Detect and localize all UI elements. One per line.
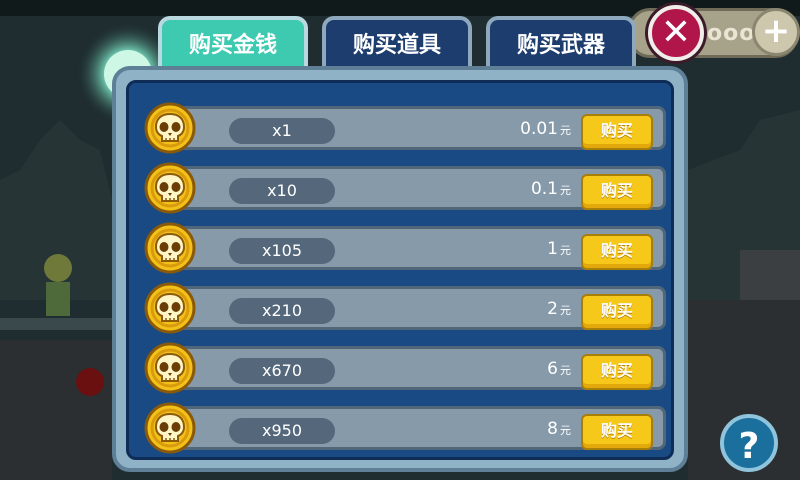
- price-unit: 元: [560, 304, 571, 317]
- item-bar: x210 2 元购买: [156, 286, 666, 330]
- skull-coin-icon: [144, 162, 196, 214]
- price-value: 8: [547, 419, 558, 439]
- item-price: 0.1 元: [531, 179, 571, 199]
- shop-item-row: x10 0.1 元购买: [144, 162, 666, 214]
- item-quantity: x10: [229, 178, 335, 204]
- skull-coin-icon: [144, 102, 196, 154]
- currency-amount: ooo: [707, 21, 756, 46]
- item-bar: x950 8 元购买: [156, 406, 666, 450]
- item-bar: x105 1 元购买: [156, 226, 666, 270]
- price-value: 1: [547, 239, 558, 259]
- add-currency-button[interactable]: +: [752, 8, 800, 56]
- item-price: 0.01 元: [520, 119, 571, 139]
- item-bar: x670 6 元购买: [156, 346, 666, 390]
- price-value: 0.01: [520, 119, 558, 139]
- price-unit: 元: [560, 244, 571, 257]
- shop-item-row: x1 0.01 元购买: [144, 102, 666, 154]
- price-unit: 元: [560, 124, 571, 137]
- close-button[interactable]: ✕: [648, 5, 704, 61]
- item-bar: x1 0.01 元购买: [156, 106, 666, 150]
- shop-item-row: x670 6 元购买: [144, 342, 666, 394]
- price-value: 6: [547, 359, 558, 379]
- tab-buy-items[interactable]: 购买道具: [322, 16, 472, 72]
- shop-item-row: x950 8 元购买: [144, 402, 666, 454]
- help-button[interactable]: ?: [720, 414, 778, 472]
- buy-button[interactable]: 购买: [581, 294, 653, 330]
- item-quantity: x105: [229, 238, 335, 264]
- tab-buy-money[interactable]: 购买金钱: [158, 16, 308, 72]
- skull-coin-icon: [144, 282, 196, 334]
- price-unit: 元: [560, 184, 571, 197]
- item-price: 1元: [547, 239, 571, 259]
- price-value: 0.1: [530, 179, 558, 199]
- skull-coin-icon: [144, 402, 196, 454]
- buy-button[interactable]: 购买: [581, 114, 653, 150]
- item-quantity: x210: [229, 298, 335, 324]
- shop-item-row: x105 1 元购买: [144, 222, 666, 274]
- price-unit: 元: [560, 364, 571, 377]
- buy-button[interactable]: 购买: [581, 354, 653, 390]
- item-bar: x10 0.1 元购买: [156, 166, 666, 210]
- buy-button[interactable]: 购买: [581, 414, 653, 450]
- price-unit: 元: [560, 424, 571, 437]
- price-value: 2: [547, 299, 558, 319]
- item-price: 6元: [547, 359, 571, 379]
- skull-coin-icon: [144, 342, 196, 394]
- item-quantity: x670: [229, 358, 335, 384]
- item-price: 8元: [547, 419, 571, 439]
- buy-button[interactable]: 购买: [581, 234, 653, 270]
- item-quantity: x1: [229, 118, 335, 144]
- buy-button[interactable]: 购买: [581, 174, 653, 210]
- item-price: 2元: [547, 299, 571, 319]
- shop-item-row: x210 2 元购买: [144, 282, 666, 334]
- tab-buy-weapons[interactable]: 购买武器: [486, 16, 636, 72]
- item-quantity: x950: [229, 418, 335, 444]
- skull-coin-icon: [144, 222, 196, 274]
